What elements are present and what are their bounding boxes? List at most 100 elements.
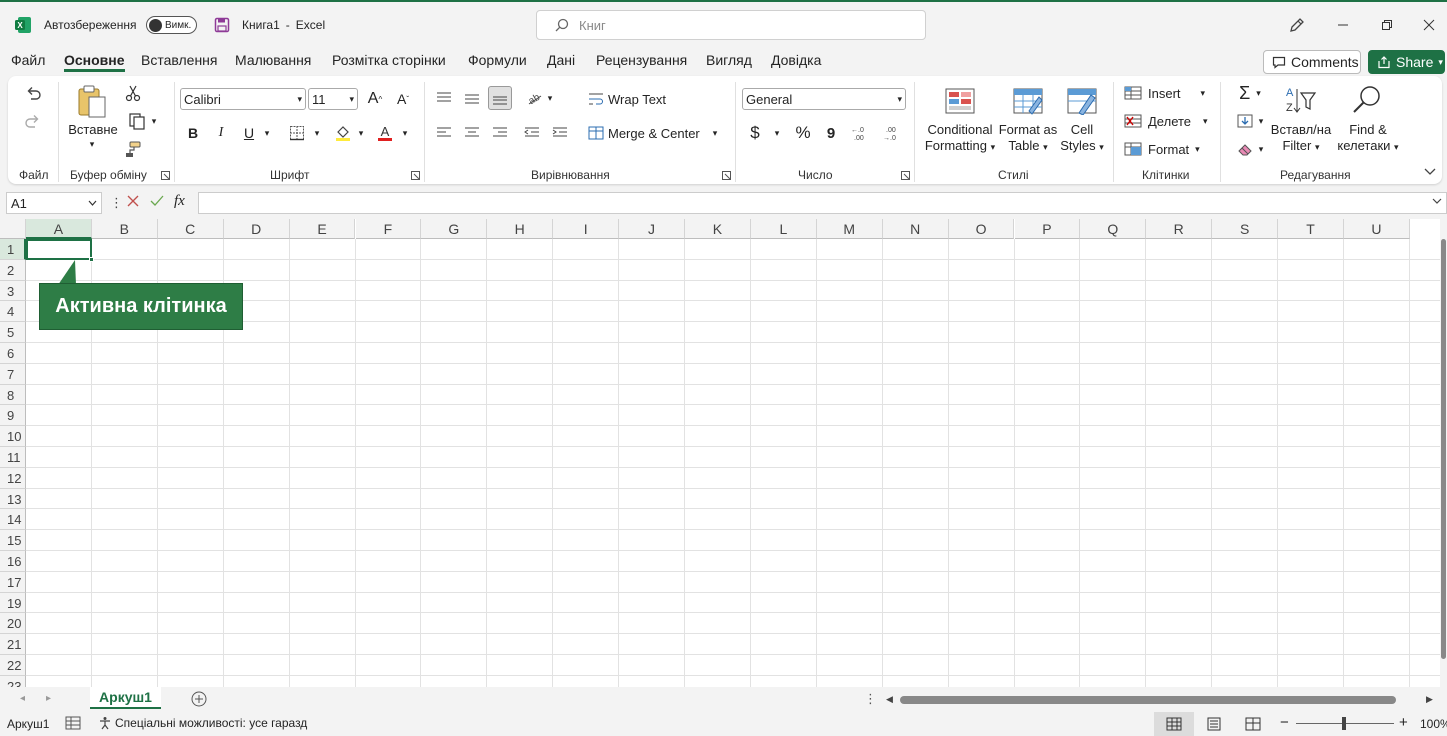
row-header-19[interactable]: 19 (0, 592, 26, 614)
column-header-c[interactable]: C (157, 219, 224, 239)
scroll-left-icon[interactable]: ◀ (886, 694, 893, 705)
clear-button[interactable]: ▾ (1232, 138, 1268, 160)
number-format-select[interactable]: General ▾ (742, 88, 906, 110)
wrap-text-icon[interactable] (586, 88, 606, 110)
name-box[interactable]: A1 (6, 192, 102, 214)
cell-styles-icon[interactable] (1066, 86, 1098, 116)
formula-input[interactable] (198, 192, 1447, 214)
row-header-7[interactable]: 7 (0, 363, 26, 385)
conditional-formatting-button[interactable]: Conditional Formatting ▾ (920, 122, 1000, 155)
row-header-22[interactable]: 22 (0, 655, 26, 676)
row-header-1[interactable]: 1 (0, 239, 26, 260)
select-all-corner[interactable] (0, 219, 26, 239)
dialog-launcher-icon[interactable] (409, 169, 421, 181)
autosum-button[interactable]: Σ ▾ (1232, 82, 1268, 104)
column-header-h[interactable]: H (487, 219, 554, 239)
next-sheet-icon[interactable]: ▸ (46, 693, 51, 704)
cut-icon[interactable] (122, 82, 144, 104)
cancel-entry-icon[interactable] (126, 194, 140, 208)
chevron-down-icon[interactable]: ▾ (354, 122, 368, 144)
column-header-l[interactable]: L (750, 219, 817, 239)
share-button[interactable]: Share ▾ (1368, 50, 1445, 74)
row-header-20[interactable]: 20 (0, 613, 26, 635)
chevron-down-icon[interactable]: ▾ (398, 122, 412, 144)
row-header-23[interactable]: 23 (0, 675, 26, 687)
search-box[interactable]: Книг (536, 10, 926, 40)
fill-button[interactable]: ▾ (1232, 110, 1268, 132)
insert-cells-button[interactable]: Insert ▾ (1124, 82, 1206, 104)
font-name-select[interactable]: Calibri ▾ (180, 88, 306, 110)
column-header-t[interactable]: T (1278, 219, 1344, 239)
column-header-g[interactable]: G (421, 219, 488, 239)
menu-data[interactable]: Дані (547, 50, 575, 72)
conditional-formatting-icon[interactable] (944, 86, 976, 116)
column-header-i[interactable]: I (553, 219, 620, 239)
row-header-10[interactable]: 10 (0, 426, 26, 447)
column-header-b[interactable]: B (91, 219, 158, 239)
format-cells-button[interactable]: Format ▾ (1124, 138, 1206, 160)
row-header-14[interactable]: 14 (0, 509, 26, 531)
dialog-launcher-icon[interactable] (720, 169, 732, 181)
row-header-8[interactable]: 8 (0, 384, 26, 406)
menu-formulas[interactable]: Формули (468, 50, 527, 72)
chevron-down-icon[interactable]: ▾ (770, 122, 784, 144)
page-layout-view-icon[interactable] (1206, 717, 1222, 731)
autosave-toggle[interactable]: Вимк. (146, 16, 198, 34)
copy-icon[interactable]: ▾ (122, 110, 162, 132)
column-header-m[interactable]: M (816, 219, 883, 239)
comma-button[interactable]: 9 (822, 122, 840, 144)
menu-help[interactable]: Довідка (771, 50, 821, 72)
sheet-tab-active[interactable]: Аркуш1 (90, 687, 161, 709)
currency-button[interactable]: $ (746, 122, 764, 144)
row-header-9[interactable]: 9 (0, 405, 26, 427)
increase-indent-icon[interactable] (548, 122, 572, 144)
format-as-table-icon[interactable] (1012, 86, 1044, 116)
menu-home[interactable]: Основне (64, 50, 125, 72)
horizontal-scroll-thumb[interactable] (900, 696, 1396, 704)
decrease-decimal-icon[interactable]: .00 →.0 (880, 122, 906, 144)
align-center-icon[interactable] (460, 122, 484, 144)
vertical-scrollbar[interactable] (1440, 219, 1447, 687)
menu-page-layout[interactable]: Розмітка сторінки (332, 50, 446, 72)
column-header-a[interactable]: A (26, 219, 92, 239)
format-as-table-button[interactable]: Format as Table ▾ (996, 122, 1060, 155)
restore-button[interactable] (1372, 12, 1402, 38)
column-header-f[interactable]: F (355, 219, 422, 239)
align-left-icon[interactable] (432, 122, 456, 144)
close-button[interactable] (1414, 12, 1444, 38)
merge-center-icon[interactable] (586, 122, 606, 144)
find-search-icon[interactable] (1350, 84, 1384, 116)
column-header-o[interactable]: O (948, 219, 1015, 239)
percent-button[interactable]: % (792, 122, 814, 144)
page-break-view-icon[interactable] (1245, 717, 1261, 731)
column-header-p[interactable]: P (1014, 219, 1081, 239)
paste-icon[interactable] (74, 82, 110, 122)
dialog-launcher-icon[interactable] (899, 169, 911, 181)
format-painter-icon[interactable] (122, 138, 144, 160)
chevron-down-icon[interactable]: ▾ (310, 122, 324, 144)
menu-review[interactable]: Рецензування (596, 50, 687, 72)
save-icon[interactable] (214, 14, 230, 36)
increase-font-icon[interactable]: A ^ (364, 88, 386, 110)
expand-formula-icon[interactable] (1432, 198, 1442, 205)
fill-color-icon[interactable] (332, 122, 354, 144)
wrap-text-label[interactable]: Wrap Text (608, 88, 666, 110)
row-header-13[interactable]: 13 (0, 488, 26, 510)
row-header-15[interactable]: 15 (0, 530, 26, 551)
accessibility-status[interactable]: Спеціальні можливості: усе гаразд (98, 716, 307, 730)
row-header-21[interactable]: 21 (0, 634, 26, 655)
row-header-4[interactable]: 4 (0, 301, 26, 323)
collapse-ribbon-icon[interactable] (1422, 164, 1438, 180)
orientation-icon[interactable]: ab ▾ (522, 86, 556, 110)
column-header-n[interactable]: N (882, 219, 949, 239)
prev-sheet-icon[interactable]: ◂ (20, 693, 25, 704)
align-right-icon[interactable] (488, 122, 512, 144)
borders-icon[interactable] (286, 122, 308, 144)
menu-insert[interactable]: Вставлення (141, 50, 218, 72)
chevron-down-icon[interactable]: ▾ (708, 122, 722, 144)
align-bottom-icon[interactable] (488, 86, 512, 110)
sort-filter-icon[interactable]: AZ (1284, 84, 1318, 116)
align-top-icon[interactable] (432, 86, 456, 110)
font-color-icon[interactable]: A (374, 122, 396, 144)
italic-button[interactable]: I (210, 122, 232, 144)
